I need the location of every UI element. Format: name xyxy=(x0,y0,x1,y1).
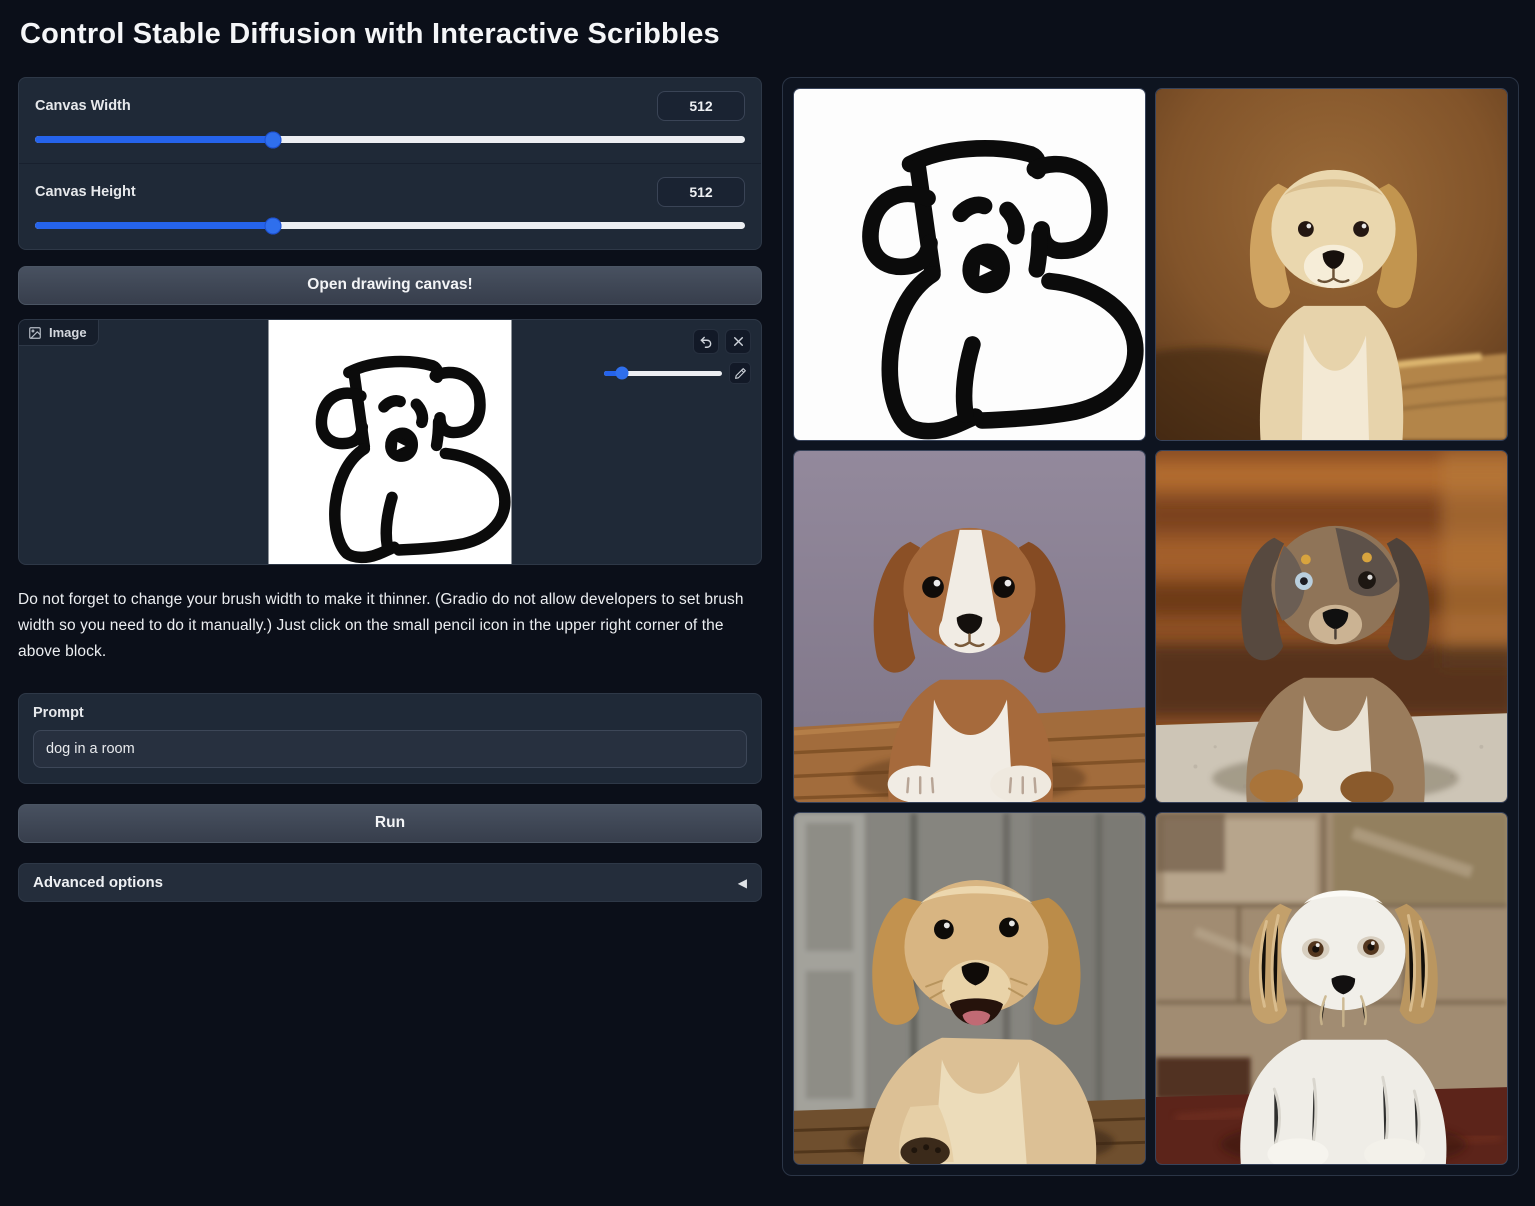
gallery-item-dog-4[interactable] xyxy=(793,812,1146,1165)
controls-column: Canvas Width 512 Canvas Height 512 xyxy=(18,77,762,902)
gallery-item-dog-3[interactable] xyxy=(1155,450,1508,803)
clear-image-button[interactable] xyxy=(725,329,751,354)
scribble-result-image xyxy=(794,89,1145,440)
drawing-canvas[interactable] xyxy=(269,320,512,564)
canvas-height-label: Canvas Height xyxy=(35,184,136,200)
app-page: Control Stable Diffusion with Interactiv… xyxy=(0,0,1535,1176)
gallery-item-dog-2[interactable] xyxy=(793,450,1146,803)
generated-dog-image-1 xyxy=(1156,89,1507,440)
prompt-label: Prompt xyxy=(33,705,747,721)
image-icon xyxy=(28,326,42,340)
gallery-item-dog-5[interactable] xyxy=(1155,812,1508,1165)
brush-width-note: Do not forget to change your brush width… xyxy=(18,587,762,665)
advanced-options-accordion[interactable]: Advanced options ◀ xyxy=(18,863,762,902)
generated-dog-image-4 xyxy=(794,813,1145,1164)
results-column xyxy=(782,77,1519,1176)
canvas-width-slider-handle[interactable] xyxy=(264,131,281,148)
canvas-height-slider-handle[interactable] xyxy=(264,217,281,234)
canvas-width-label: Canvas Width xyxy=(35,98,131,114)
undo-button[interactable] xyxy=(693,329,719,354)
generated-dog-image-2 xyxy=(794,451,1145,802)
gallery-item-dog-1[interactable] xyxy=(1155,88,1508,441)
canvas-width-slider-fill xyxy=(35,136,273,143)
open-drawing-canvas-button[interactable]: Open drawing canvas! xyxy=(18,266,762,305)
image-component: Image xyxy=(18,319,762,565)
canvas-height-slider-row: Canvas Height 512 xyxy=(19,163,761,249)
brush-pencil-button[interactable] xyxy=(729,362,751,384)
prompt-input[interactable] xyxy=(33,730,747,768)
canvas-size-panel: Canvas Width 512 Canvas Height 512 xyxy=(18,77,762,250)
canvas-width-value[interactable]: 512 xyxy=(657,91,745,121)
scribble-drawing xyxy=(269,320,512,564)
run-button[interactable]: Run xyxy=(18,804,762,843)
page-title: Control Stable Diffusion with Interactiv… xyxy=(20,18,1519,51)
prompt-panel: Prompt xyxy=(18,693,762,784)
brush-size-controls xyxy=(604,362,751,384)
output-gallery xyxy=(782,77,1519,1176)
image-component-label: Image xyxy=(19,320,99,346)
canvas-height-slider[interactable] xyxy=(35,222,745,229)
undo-icon xyxy=(699,335,713,349)
canvas-height-value[interactable]: 512 xyxy=(657,177,745,207)
generated-dog-image-5 xyxy=(1156,813,1507,1164)
advanced-options-label: Advanced options xyxy=(33,874,163,891)
image-label-text: Image xyxy=(49,325,87,340)
gallery-item-scribble[interactable] xyxy=(793,88,1146,441)
accordion-collapse-icon: ◀ xyxy=(738,876,747,890)
canvas-width-slider-row: Canvas Width 512 xyxy=(19,78,761,163)
brush-size-slider[interactable] xyxy=(604,371,722,376)
clear-icon xyxy=(732,335,745,348)
generated-dog-image-3 xyxy=(1156,451,1507,802)
canvas-width-slider[interactable] xyxy=(35,136,745,143)
canvas-height-slider-fill xyxy=(35,222,273,229)
brush-pencil-icon xyxy=(734,367,747,380)
brush-slider-handle[interactable] xyxy=(615,367,628,380)
